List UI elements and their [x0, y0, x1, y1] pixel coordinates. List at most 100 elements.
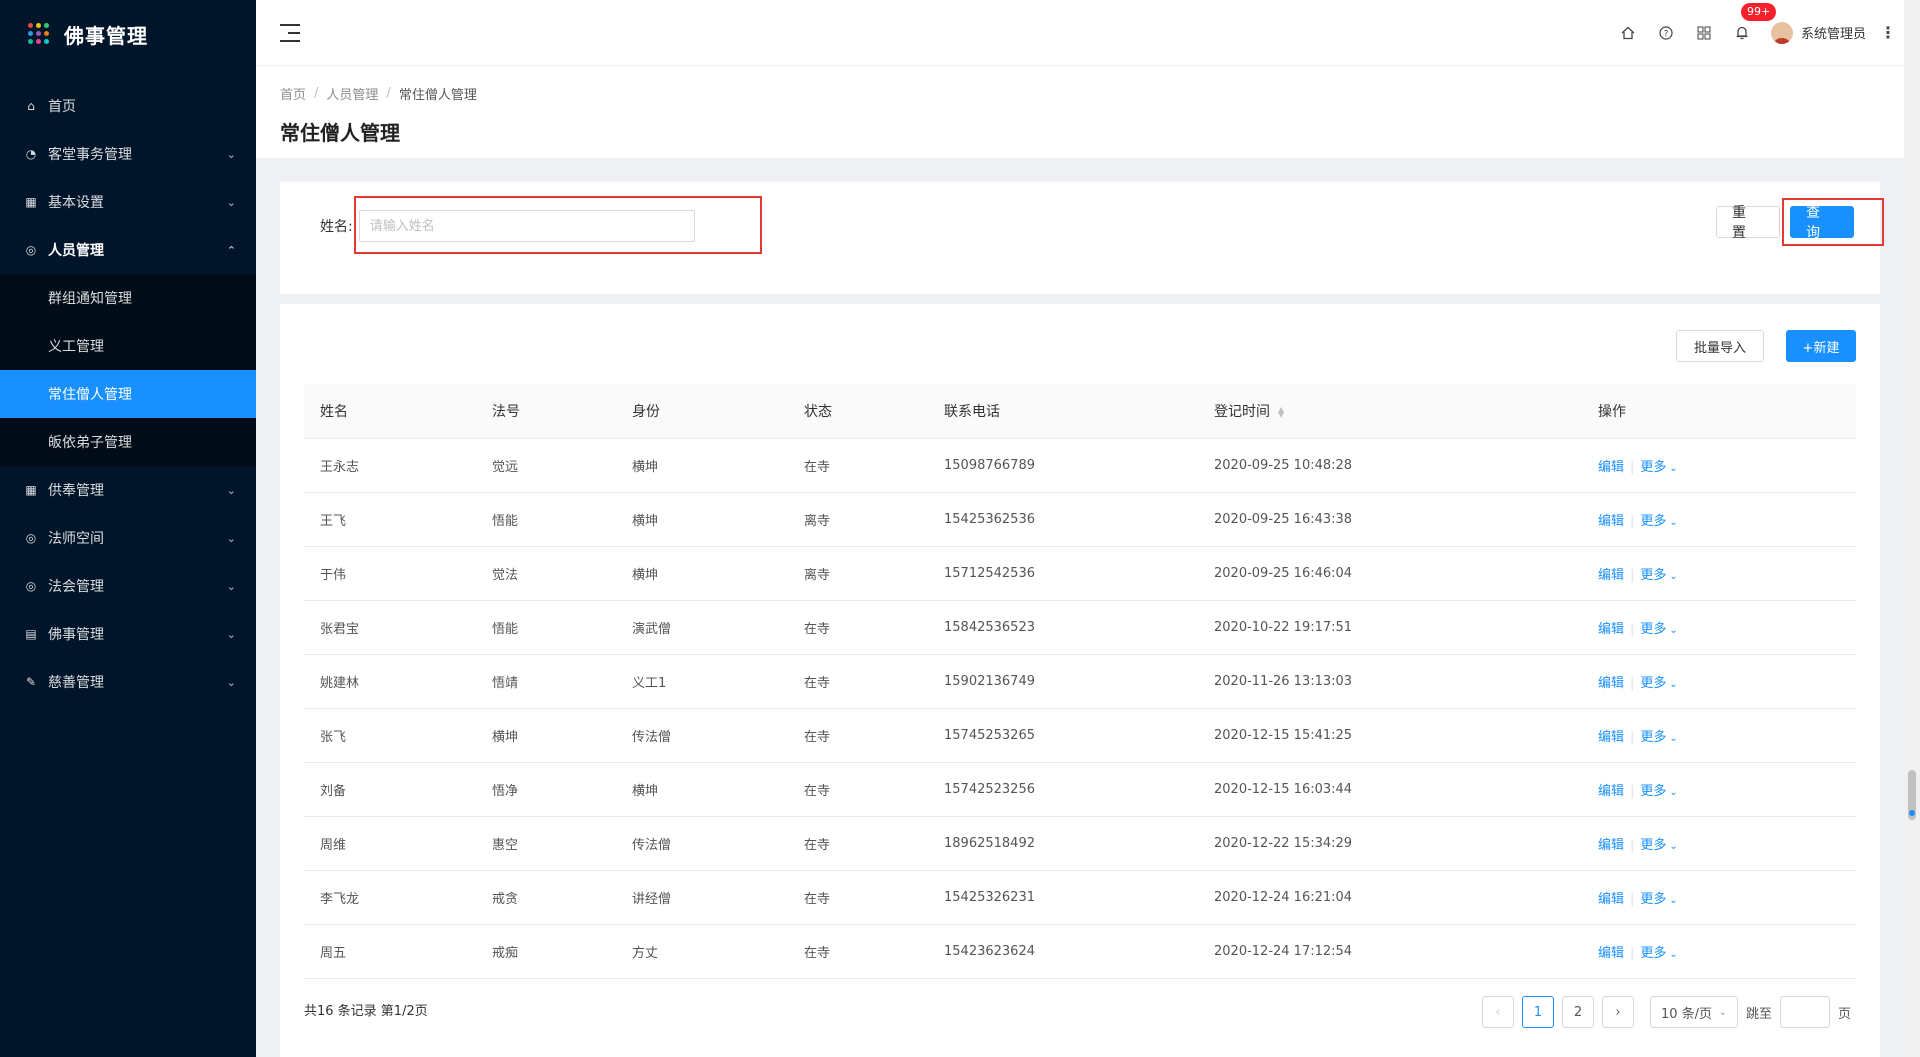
- profile-icon: ▤: [25, 627, 37, 641]
- more-dropdown[interactable]: 更多 ⌄: [1640, 784, 1677, 799]
- next-page-button[interactable]: ›: [1602, 996, 1634, 1028]
- chevron-up-icon: ⌃: [226, 243, 236, 257]
- page-numbers: 12: [1522, 996, 1602, 1028]
- more-dropdown[interactable]: 更多 ⌄: [1640, 946, 1677, 961]
- sidebar-item-1[interactable]: ◔ 客堂事务管理 ⌄: [0, 130, 256, 178]
- more-label: 更多: [1640, 783, 1667, 799]
- batch-import-button[interactable]: 批量导入: [1676, 330, 1764, 362]
- cell-name: 王永志: [304, 438, 476, 493]
- table-icon: ▦: [25, 483, 37, 497]
- edit-link[interactable]: 编辑: [1598, 946, 1624, 961]
- page-title: 常住僧人管理: [280, 121, 400, 145]
- edit-link[interactable]: 编辑: [1598, 892, 1624, 907]
- cell-actions: 编辑 | 更多 ⌄: [1582, 492, 1856, 547]
- page-scrollbar[interactable]: [1904, 0, 1920, 1057]
- cell-name: 李飞龙: [304, 870, 476, 925]
- page-header: 首页 / 人员管理 / 常住僧人管理 常住僧人管理: [256, 66, 1904, 158]
- name-search-input[interactable]: [358, 210, 695, 242]
- page-button[interactable]: 2: [1562, 996, 1594, 1028]
- cell-register-time: 2020-10-22 19:17:51: [1198, 600, 1582, 655]
- page-size-select[interactable]: 10 条/页 ⌄: [1650, 996, 1738, 1028]
- more-dropdown[interactable]: 更多 ⌄: [1640, 730, 1677, 745]
- cell-status: 在寺: [788, 762, 928, 817]
- cell-status: 在寺: [788, 600, 928, 655]
- edit-link[interactable]: 编辑: [1598, 460, 1624, 475]
- table-row: 张飞 横坤 传法僧 在寺 15745253265 2020-12-15 15:41:25 编…: [304, 708, 1856, 763]
- edit-link[interactable]: 编辑: [1598, 514, 1624, 529]
- sidebar-item-5[interactable]: ◎ 法师空间 ⌄: [0, 514, 256, 562]
- more-vertical-icon[interactable]: ⋮: [1880, 23, 1896, 42]
- cell-register-time: 2020-12-15 15:41:25: [1198, 708, 1582, 763]
- more-dropdown[interactable]: 更多 ⌄: [1640, 622, 1677, 637]
- form-icon: ✎: [25, 675, 37, 689]
- jump-page-input[interactable]: [1780, 996, 1831, 1028]
- cell-dharma-name: 横坤: [476, 708, 616, 763]
- sidebar-item-sub-3[interactable]: 皈依弟子管理: [0, 418, 256, 466]
- more-dropdown[interactable]: 更多 ⌄: [1640, 568, 1677, 583]
- user-menu[interactable]: 系统管理员: [1770, 21, 1866, 44]
- more-dropdown[interactable]: 更多 ⌄: [1640, 514, 1677, 529]
- apps-icon[interactable]: [1685, 26, 1723, 40]
- chevron-down-icon: ⌄: [1669, 570, 1678, 582]
- col-identity: 身份: [616, 384, 788, 439]
- edit-link[interactable]: 编辑: [1598, 838, 1624, 853]
- sidebar-item-label: 基本设置: [48, 195, 104, 211]
- sidebar-item-6[interactable]: ◎ 法会管理 ⌄: [0, 562, 256, 610]
- cell-dharma-name: 悟能: [476, 600, 616, 655]
- query-button[interactable]: 查询: [1790, 205, 1854, 241]
- breadcrumb-personnel[interactable]: 人员管理: [326, 84, 378, 103]
- cell-dharma-name: 觉远: [476, 438, 616, 493]
- cell-dharma-name: 觉法: [476, 546, 616, 601]
- more-dropdown[interactable]: 更多 ⌄: [1640, 460, 1677, 475]
- action-divider: |: [1630, 945, 1635, 961]
- sidebar-item-2[interactable]: ▦ 基本设置 ⌄: [0, 178, 256, 226]
- cell-identity: 演武僧: [616, 600, 788, 655]
- sort-icon[interactable]: ▲ ▼: [1278, 405, 1284, 418]
- cell-name: 张君宝: [304, 600, 476, 655]
- bell-icon[interactable]: 99+: [1723, 3, 1777, 40]
- cell-phone: 15098766789: [928, 438, 1198, 493]
- edit-link[interactable]: 编辑: [1598, 784, 1624, 799]
- home-icon[interactable]: [1609, 26, 1647, 40]
- logo[interactable]: 佛事管理: [0, 0, 256, 68]
- chevron-down-icon: ⌄: [226, 483, 236, 497]
- menu-fold-icon[interactable]: [280, 23, 300, 42]
- reset-button[interactable]: 重置: [1716, 205, 1780, 241]
- edit-link[interactable]: 编辑: [1598, 676, 1624, 691]
- col-register-time[interactable]: 登记时间 ▲ ▼: [1198, 384, 1582, 439]
- cell-status: 离寺: [788, 546, 928, 601]
- more-dropdown[interactable]: 更多 ⌄: [1640, 676, 1677, 691]
- more-dropdown[interactable]: 更多 ⌄: [1640, 838, 1677, 853]
- logo-dot: [44, 23, 49, 28]
- chevron-down-icon: ⌄: [1669, 678, 1678, 690]
- more-dropdown[interactable]: 更多 ⌄: [1640, 892, 1677, 907]
- edit-link[interactable]: 编辑: [1598, 622, 1624, 637]
- more-label: 更多: [1640, 513, 1667, 529]
- sidebar-item-8[interactable]: ✎ 慈善管理 ⌄: [0, 658, 256, 706]
- help-icon[interactable]: ?: [1647, 25, 1685, 40]
- sidebar-item-sub-0[interactable]: 群组通知管理: [0, 274, 256, 322]
- sidebar-item-sub-1[interactable]: 义工管理: [0, 322, 256, 370]
- page-button[interactable]: 1: [1522, 996, 1554, 1028]
- table-row: 于伟 觉法 横坤 离寺 15712542536 2020-09-25 16:46:04 编辑…: [304, 546, 1856, 601]
- breadcrumb-home[interactable]: 首页: [280, 84, 306, 103]
- sidebar-item-sub-2[interactable]: 常住僧人管理: [0, 370, 256, 418]
- action-divider: |: [1630, 675, 1635, 691]
- user-name: 系统管理员: [1800, 27, 1866, 42]
- sidebar-item-4[interactable]: ▦ 供奉管理 ⌄: [0, 466, 256, 514]
- cell-actions: 编辑 | 更多 ⌄: [1582, 654, 1856, 709]
- edit-link[interactable]: 编辑: [1598, 730, 1624, 745]
- sidebar-item-0[interactable]: ⌂ 首页: [0, 82, 256, 130]
- cell-register-time: 2020-11-26 13:13:03: [1198, 654, 1582, 709]
- sidebar-item-label: 法会管理: [48, 579, 104, 595]
- cell-name: 周五: [304, 924, 476, 979]
- edit-link[interactable]: 编辑: [1598, 568, 1624, 583]
- logo-dot: [28, 31, 33, 36]
- sidebar-item-label: 皈依弟子管理: [48, 435, 132, 451]
- sidebar-item-3[interactable]: ◎ 人员管理 ⌃: [0, 226, 256, 274]
- sidebar-item-7[interactable]: ▤ 佛事管理 ⌄: [0, 610, 256, 658]
- cell-name: 姚建林: [304, 654, 476, 709]
- more-label: 更多: [1640, 837, 1667, 853]
- prev-page-button[interactable]: ‹: [1482, 996, 1514, 1028]
- new-button[interactable]: +新建: [1786, 330, 1856, 362]
